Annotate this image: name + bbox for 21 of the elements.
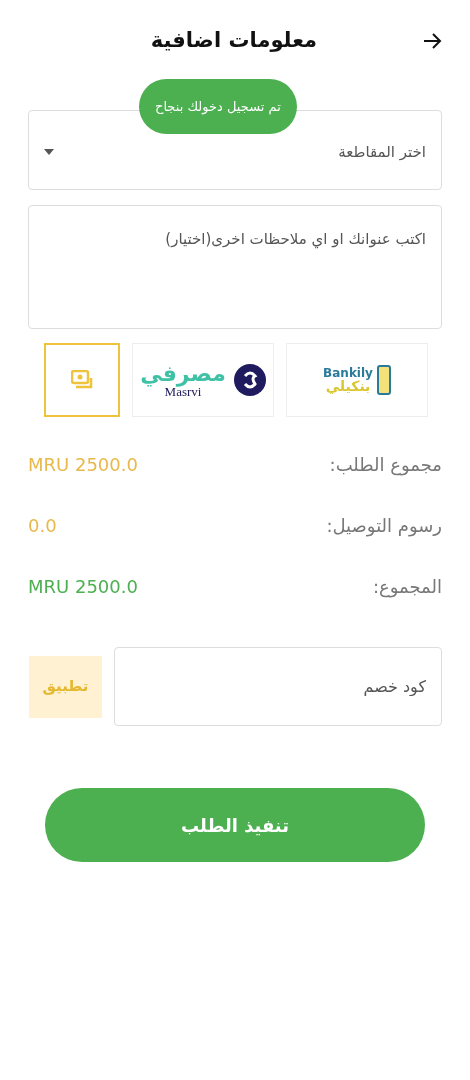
summary-label: رسوم التوصيل: — [326, 513, 442, 539]
page-title: معلومات اضافية — [150, 27, 317, 55]
summary-value: MRU 2500.0 — [28, 452, 138, 477]
back-arrow-icon[interactable] — [422, 32, 442, 50]
logo-text: Bankily — [323, 367, 373, 379]
dropdown-caret-icon — [44, 149, 54, 155]
summary-value: 0.0 — [28, 513, 57, 538]
logo-text: Masrvi — [164, 384, 202, 398]
logo-text: مصرفي — [140, 362, 226, 385]
summary-label: مجموع الطلب: — [329, 452, 442, 478]
toast: تم تسجيل دخولك بنجاح — [139, 79, 297, 134]
cash-icon — [71, 370, 93, 390]
discount-code-field[interactable]: كود خصم — [114, 647, 442, 726]
summary-value: MRU 2500.0 — [28, 574, 138, 599]
submit-order-button[interactable]: تنفيذ الطلب — [45, 788, 425, 862]
logo-text: بنكيلي — [325, 379, 371, 393]
select-placeholder: اختر المقاطعة — [338, 141, 426, 163]
notes-field[interactable]: اكتب عنوانك او اي ملاحظات اخرى(اختيار) — [28, 205, 442, 329]
summary-label: المجموع: — [372, 574, 442, 600]
phone-logo-icon — [376, 365, 391, 395]
masrvi-logo-icon — [233, 364, 266, 396]
